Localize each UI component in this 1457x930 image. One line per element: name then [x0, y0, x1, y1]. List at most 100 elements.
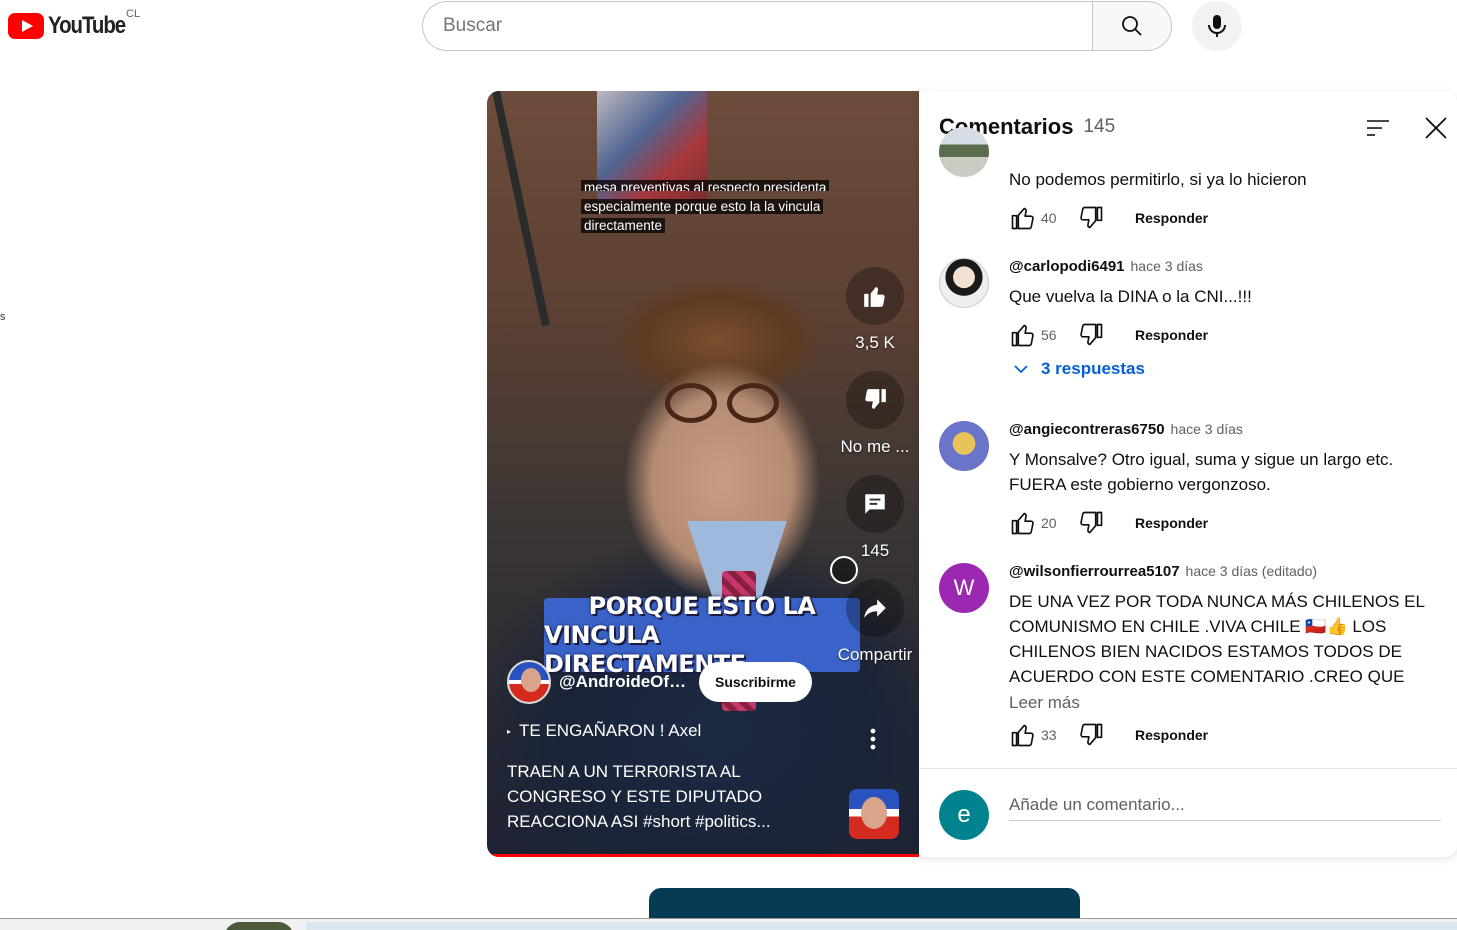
channel-name[interactable]: @AndroideOffi... — [559, 672, 689, 692]
thumbs-up-icon[interactable] — [1009, 509, 1037, 537]
comment-meta: @angiecontreras6750 hace 3 días — [1009, 421, 1429, 443]
reply-button[interactable]: Responder — [1135, 210, 1208, 226]
caption-top-line: mesa preventivas al respecto presidenta — [581, 179, 881, 191]
action-rail: 3,5 K No me ... 145 Compartir — [833, 267, 917, 683]
comments-panel: Comentarios 145 No podemos permitirlo, s… — [919, 91, 1457, 857]
comment-time[interactable]: hace 3 días — [1171, 421, 1243, 437]
like-count: 20 — [1041, 515, 1057, 531]
comment-icon — [865, 494, 885, 514]
comment-actions: 33 Responder — [1009, 717, 1429, 753]
close-icon — [1425, 117, 1447, 139]
add-comment-input[interactable] — [1009, 789, 1441, 821]
comment-author[interactable]: @angiecontreras6750 — [1009, 421, 1165, 438]
search-icon — [1122, 16, 1142, 36]
music-link[interactable]: ▸ TE ENGAÑARON ! Axel — [507, 721, 701, 741]
progress-bar[interactable] — [487, 854, 919, 857]
more-vertical-icon — [870, 728, 876, 750]
flag-pole — [492, 91, 550, 327]
stray-text: s — [0, 311, 6, 323]
banner-line-1: PORQUE ESTO LA — [588, 591, 816, 620]
comment-count: 145 — [860, 541, 890, 560]
reply-button[interactable]: Responder — [1135, 515, 1208, 531]
dislike-label: No me ... — [840, 437, 910, 456]
comment-avatar[interactable] — [939, 258, 989, 308]
sound-thumbnail[interactable] — [849, 789, 899, 839]
glasses — [665, 383, 785, 423]
comments-button[interactable] — [846, 475, 904, 533]
microphone-icon — [1208, 15, 1226, 37]
add-comment-bar: e — [919, 768, 1457, 857]
thumbs-up-icon[interactable] — [1009, 721, 1037, 749]
user-avatar[interactable]: e — [939, 790, 989, 840]
comment-text: No podemos permitirlo, si ya lo hicieron — [1009, 170, 1307, 189]
shorts-player[interactable]: mesa preventivas al respecto presidenta … — [487, 91, 919, 857]
channel-avatar[interactable] — [507, 660, 551, 704]
caption-line-2: directamente — [581, 218, 666, 233]
comments-count: 145 — [1083, 116, 1116, 137]
video-caption: especialmente porque esto la la vincula … — [581, 197, 841, 235]
like-count: 40 — [1041, 210, 1057, 226]
comment-time[interactable]: hace 3 días (editado) — [1186, 563, 1318, 579]
like-button[interactable] — [846, 267, 904, 325]
thumbs-up-icon[interactable] — [1009, 204, 1037, 232]
share-button[interactable] — [846, 579, 904, 637]
thumbs-down-icon[interactable] — [1077, 509, 1105, 537]
comment-meta: @carlopodi6491 hace 3 días — [1009, 258, 1429, 280]
replies-label: 3 respuestas — [1041, 359, 1145, 378]
reply-button[interactable]: Responder — [1135, 727, 1208, 743]
voice-search-button[interactable] — [1192, 1, 1242, 51]
comment-avatar[interactable] — [939, 421, 989, 471]
comment-text: DE UNA VEZ POR TODA NUNCA MÁS CHILENOS E… — [1009, 592, 1425, 686]
caption-top-text: mesa preventivas al respecto presidenta — [581, 180, 830, 191]
comment-actions: 40 Responder — [1009, 200, 1429, 236]
comment-actions: 20 Responder — [1009, 505, 1429, 541]
thumbs-down-icon — [865, 389, 886, 410]
avatar-initial: W — [953, 575, 975, 600]
bottom-strip — [306, 922, 1457, 930]
user-initial: e — [957, 801, 971, 828]
dislike-button[interactable] — [846, 371, 904, 429]
reply-button[interactable]: Responder — [1135, 327, 1208, 343]
comment-avatar[interactable]: W — [939, 563, 989, 613]
comment-body: No podemos permitirlo, si ya lo hicieron… — [1009, 157, 1429, 236]
comment-time[interactable]: hace 3 días — [1131, 258, 1203, 274]
comment-text: Y Monsalve? Otro igual, suma y sigue un … — [1009, 450, 1394, 494]
search-bar — [422, 1, 1172, 51]
close-button[interactable] — [1421, 113, 1451, 143]
country-code: CL — [126, 8, 141, 20]
youtube-logo[interactable]: YouTube — [8, 12, 139, 40]
like-count: 56 — [1041, 327, 1057, 343]
thumbs-down-icon[interactable] — [1077, 721, 1105, 749]
thumbs-up-icon — [864, 286, 885, 307]
subscribe-button[interactable]: Suscribirme — [699, 662, 812, 702]
thumbs-up-icon[interactable] — [1009, 321, 1037, 349]
comment-body: @angiecontreras6750 hace 3 días Y Monsalv… — [1009, 421, 1429, 541]
comment-author[interactable]: @wilsonfierrourrea5107 — [1009, 563, 1180, 580]
bottom-thumbnail[interactable] — [224, 922, 294, 930]
comment-text: Que vuelva la DINA o la CNI...!!! — [1009, 287, 1252, 306]
video-title[interactable]: TRAEN A UN TERR0RISTA AL CONGRESO Y ESTE… — [507, 759, 807, 834]
chevron-down-icon — [1014, 365, 1028, 374]
search-button[interactable] — [1092, 1, 1172, 51]
more-options-button[interactable] — [855, 721, 891, 757]
sort-icon — [1367, 120, 1389, 136]
comment-body: @carlopodi6491 hace 3 días Que vuelva la … — [1009, 258, 1429, 379]
channel-info: @AndroideOffi... Suscribirme — [507, 660, 812, 704]
comment-avatar[interactable] — [939, 127, 989, 177]
thumbs-down-icon[interactable] — [1077, 321, 1105, 349]
thumbs-down-icon[interactable] — [1077, 204, 1105, 232]
sort-button[interactable] — [1363, 113, 1393, 143]
search-input[interactable] — [422, 1, 1092, 51]
comment-body: @wilsonfierrourrea5107 hace 3 días (edita… — [1009, 563, 1429, 753]
caption-line-1: especialmente porque esto la la vincula — [581, 199, 824, 214]
view-replies-button[interactable]: 3 respuestas — [1013, 359, 1429, 379]
comment-author[interactable]: @carlopodi6491 — [1009, 258, 1125, 275]
like-count: 33 — [1041, 727, 1057, 743]
comment-meta: @wilsonfierrourrea5107 hace 3 días (edita… — [1009, 563, 1429, 585]
read-more-button[interactable]: Leer más — [1009, 693, 1429, 713]
like-count: 3,5 K — [855, 333, 895, 352]
youtube-play-icon — [8, 13, 44, 39]
comment-actions: 56 Responder — [1009, 317, 1429, 353]
music-title: TE ENGAÑARON ! Axel — [519, 721, 702, 740]
share-label: Compartir — [837, 645, 913, 664]
